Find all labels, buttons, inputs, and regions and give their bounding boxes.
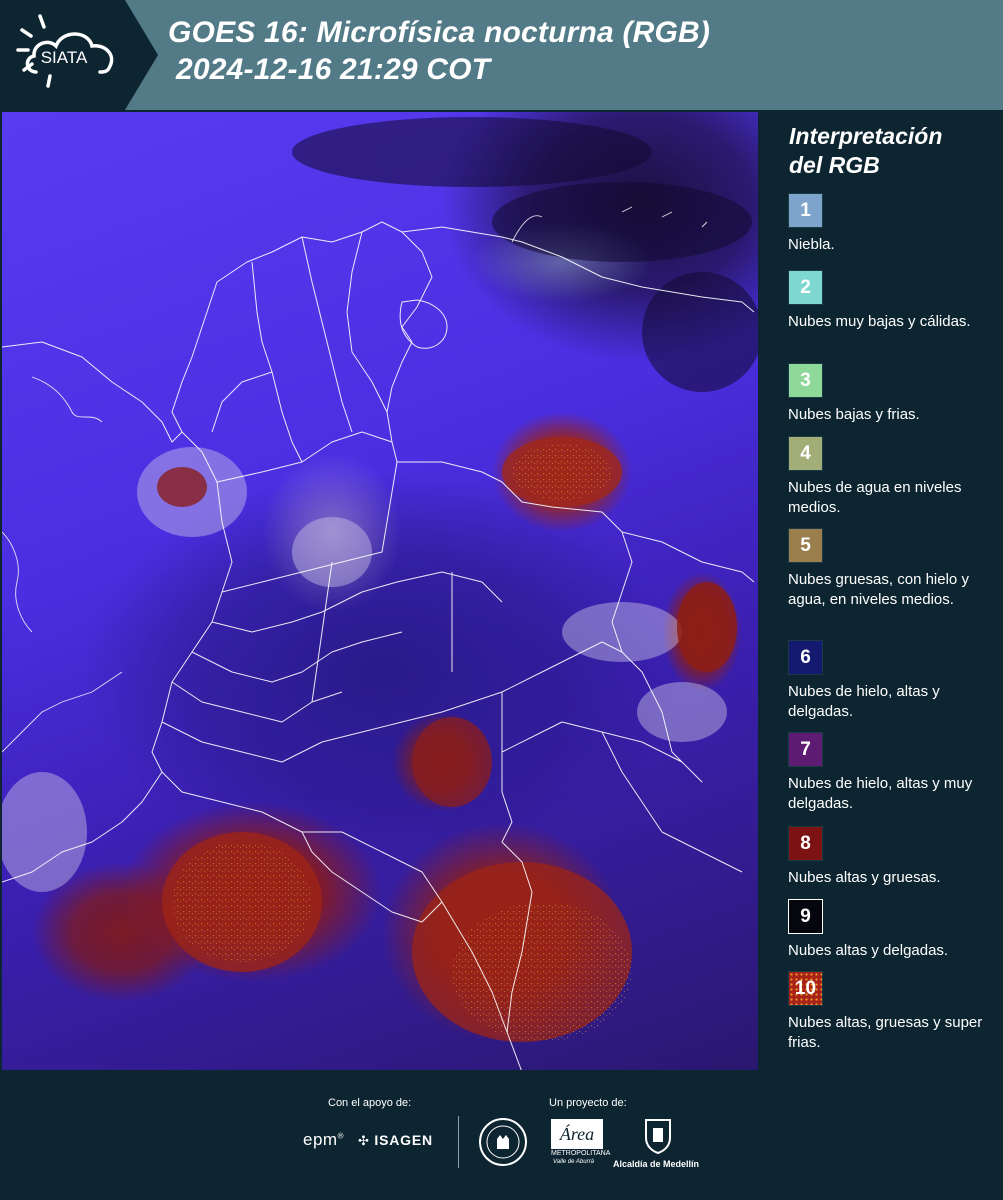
isagen-icon: ✣ <box>358 1133 370 1148</box>
legend-swatch-7: 7 <box>788 732 823 767</box>
epm-logo: epm® <box>303 1130 344 1149</box>
legend-swatch-6: 6 <box>788 640 823 675</box>
legend-item-thick-mixed: 5 Nubes gruesas, con hielo y agua, en ni… <box>788 528 998 610</box>
seal-icon <box>478 1117 528 1167</box>
legend-item-very-low-warm: 2 Nubes muy bajas y cálidas. <box>788 270 998 332</box>
footer-divider <box>458 1116 459 1168</box>
legend-item-mid-water: 4 Nubes de agua en niveles medios. <box>788 436 998 518</box>
legend-label-4: Nubes de agua en niveles medios. <box>788 479 962 516</box>
area-metropolitana-logo: Área METROPOLITANA Valle de Aburrá <box>551 1119 610 1167</box>
legend-swatch-3: 3 <box>788 363 823 398</box>
legend-label-6: Nubes de hielo, altas y delgadas. <box>788 683 940 720</box>
legend-label-2: Nubes muy bajas y cálidas. <box>788 313 971 330</box>
footer-bar: Con el apoyo de: Un proyecto de: epm® ✣ … <box>0 1070 1003 1200</box>
medellin-label: Alcaldía de Medellín <box>613 1159 700 1169</box>
legend-item-high-very-thin-ice: 7 Nubes de hielo, altas y muy delgadas. <box>788 732 998 814</box>
header-bar: SIATA GOES 16: Microfísica nocturna (RGB… <box>0 0 1003 110</box>
support-caption: Con el apoyo de: <box>328 1097 412 1109</box>
legend-title: Interpretación del RGB <box>789 123 943 178</box>
legend-swatch-2: 2 <box>788 270 823 305</box>
legend-label-3: Nubes bajas y frias. <box>788 406 920 423</box>
legend-label-10: Nubes altas, gruesas y super frias. <box>788 1014 983 1051</box>
title-datetime: 2024-12-16 21:29 COT <box>176 53 491 86</box>
legend-swatch-4: 4 <box>788 436 823 471</box>
svg-text:SIATA: SIATA <box>41 48 88 67</box>
legend-swatch-8: 8 <box>788 826 823 861</box>
satellite-map <box>2 112 758 1070</box>
title-product: GOES 16: Microfísica nocturna (RGB) <box>168 16 711 49</box>
legend-label-7: Nubes de hielo, altas y muy delgadas. <box>788 775 973 812</box>
project-caption: Un proyecto de: <box>549 1097 627 1109</box>
legend-swatch-5: 5 <box>788 528 823 563</box>
legend-item-fog: 1 Niebla. <box>788 193 998 255</box>
legend-label-8: Nubes altas y gruesas. <box>788 869 941 886</box>
legend-label-1: Niebla. <box>788 236 835 253</box>
isagen-logo: ✣ ISAGEN <box>358 1132 433 1148</box>
legend-label-5: Nubes gruesas, con hielo y agua, en nive… <box>788 571 969 608</box>
siata-logo: SIATA <box>0 0 160 110</box>
legend-item-low-cold: 3 Nubes bajas y frias. <box>788 363 998 425</box>
boundary-lines <box>2 117 758 1070</box>
legend-item-high-thin: 9 Nubes altas y delgadas. <box>788 899 998 961</box>
medellin-coat-of-arms-icon <box>644 1118 672 1155</box>
rgb-legend: Interpretación del RGB 1 Niebla. 2 Nubes… <box>762 112 1003 1070</box>
legend-label-9: Nubes altas y delgadas. <box>788 942 949 959</box>
page-title: GOES 16: Microfísica nocturna (RGB) 2024… <box>168 14 710 88</box>
legend-swatch-1: 1 <box>788 193 823 228</box>
legend-item-high-thick-super-cold: 10 Nubes altas, gruesas y super frias. <box>788 971 998 1053</box>
svg-text:Área: Área <box>559 1123 594 1144</box>
legend-item-high-thick: 8 Nubes altas y gruesas. <box>788 826 998 888</box>
legend-item-high-thin-ice: 6 Nubes de hielo, altas y delgadas. <box>788 640 998 722</box>
legend-swatch-10: 10 <box>788 971 823 1006</box>
legend-swatch-9: 9 <box>788 899 823 934</box>
